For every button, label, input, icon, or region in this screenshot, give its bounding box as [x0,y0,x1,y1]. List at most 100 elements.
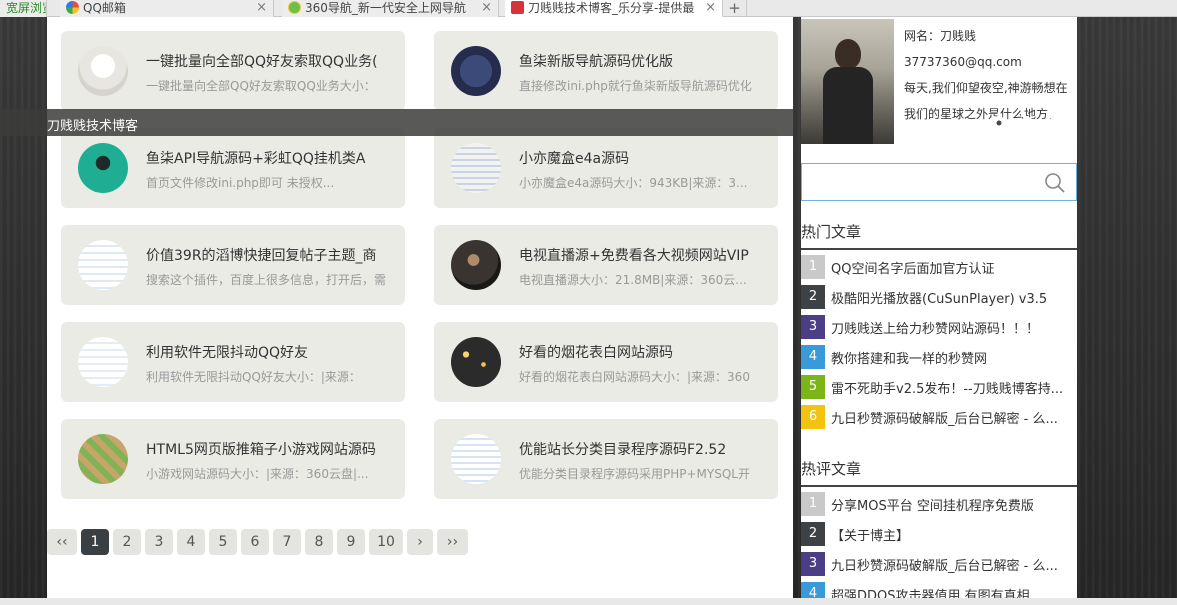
article-title[interactable]: HTML5网页版推箱子小游戏网站源码 [146,439,386,459]
article-thumbnail [78,434,128,484]
rss-icon[interactable] [1019,112,1041,138]
page-10[interactable]: 10 [369,529,403,555]
page-6[interactable]: 6 [241,529,269,555]
article-excerpt: 好看的烟花表白网站源码大小：|来源：360 [519,370,750,384]
page-first[interactable]: ‹‹ [47,529,77,555]
article-card[interactable]: 一键批量向全部QQ好友索取QQ业务( 一键批量向全部QQ好友索取QQ业务大小： [61,31,405,111]
tab-widescreen[interactable]: 宽屏浏览 [0,0,47,17]
article-title[interactable]: 价值39R的滔博快捷回复帖子主题_商 [146,245,386,265]
page-7[interactable]: 7 [273,529,301,555]
article-excerpt: 搜索这个插件，百度上很多信息，打开后，需 [146,273,386,287]
article-card[interactable]: 电视直播源+免费看各大视频网站VIP 电视直播源大小：21.8MB|来源：360… [434,225,778,305]
article-excerpt: 小游戏网站源码大小：|来源：360云盘|... [146,467,369,481]
hot-comment-item[interactable]: 1 分享MOS平台 空间挂机程序免费版 [801,492,1077,516]
page-5[interactable]: 5 [209,529,237,555]
rank-number: 6 [801,405,825,429]
page-next[interactable]: › [407,529,433,555]
tab-qq-mail[interactable]: QQ邮箱 × [60,0,274,17]
rank-number: 3 [801,315,825,339]
sidebar: 网名：刀贱贱 37737360@qq.com 每天,我们仰望夜空,神游畅想在我们… [801,17,1077,605]
close-icon[interactable]: × [256,0,267,16]
tab-blog[interactable]: 刀贱贱技术博客_乐分享-提供最 × [505,0,723,17]
hot-article-item[interactable]: 1 QQ空间名字后面加官方认证 [801,255,1077,279]
article-title[interactable]: 好看的烟花表白网站源码 [519,342,759,362]
avatar-figure [835,39,861,69]
site-brand[interactable]: 刀贱贱技术博客 [47,115,138,134]
site-header-bar: 刀贱贱技术博客 [0,109,793,136]
page-4[interactable]: 4 [177,529,205,555]
hot-article-item[interactable]: 4 教你搭建和我一样的秒赞网 [801,345,1077,369]
article-title[interactable]: 鱼柒API导航源码+彩虹QQ挂机类A [146,148,386,168]
article-excerpt: 直接修改ini.php就行鱼柒新版导航源码优化 [519,79,752,93]
article-excerpt: 首页文件修改ini.php即可 未授权... [146,176,335,190]
search-box [801,163,1077,201]
article-title[interactable]: 优能站长分类目录程序源码F2.52 [519,439,759,459]
article-thumbnail [78,337,128,387]
rank-title[interactable]: 分享MOS平台 空间挂机程序免费版 [831,495,1077,514]
page-last[interactable]: ›› [437,529,468,555]
article-thumbnail [451,143,501,193]
rank-title[interactable]: 【关于博主】 [831,525,1077,544]
article-card[interactable]: 鱼柒API导航源码+彩虹QQ挂机类A 首页文件修改ini.php即可 未授权..… [61,128,405,208]
rank-title[interactable]: 九日秒赞源码破解版_后台已解密 - 么... [831,555,1077,574]
page-9[interactable]: 9 [337,529,365,555]
page-8[interactable]: 8 [305,529,333,555]
page-2[interactable]: 2 [113,529,141,555]
close-icon[interactable]: × [481,0,492,16]
article-card[interactable]: 优能站长分类目录程序源码F2.52 优能分类目录程序源码采用PHP+MYSQL开 [434,419,778,499]
new-tab-button[interactable]: + [723,0,747,17]
article-title[interactable]: 一键批量向全部QQ好友索取QQ业务( [146,51,386,71]
article-card[interactable]: 小亦魔盒e4a源码 小亦魔盒e4a源码大小：943KB|来源：3... [434,128,778,208]
article-thumbnail [78,46,128,96]
article-excerpt: 优能分类目录程序源码采用PHP+MYSQL开 [519,467,750,481]
hot-comments-title: 热评文章 [801,458,1077,487]
rank-title[interactable]: 教你搭建和我一样的秒赞网 [831,348,1077,367]
article-title[interactable]: 电视直播源+免费看各大视频网站VIP [519,245,759,265]
article-title[interactable]: 小亦魔盒e4a源码 [519,148,759,168]
article-card[interactable]: 好看的烟花表白网站源码 好看的烟花表白网站源码大小：|来源：360 [434,322,778,402]
qq-mail-icon [66,1,79,14]
rank-number: 1 [801,492,825,516]
tab-label: 刀贱贱技术博客_乐分享-提供最 [528,1,695,15]
page-3[interactable]: 3 [145,529,173,555]
browser-tab-strip: 宽屏浏览 QQ邮箱 × 360导航_新一代安全上网导航 × 刀贱贱技术博客_乐分… [0,0,1177,17]
article-excerpt: 一键批量向全部QQ好友索取QQ业务大小： [146,79,376,93]
header-icons [986,112,1074,136]
hot-article-item[interactable]: 3 刀贱贱送上给力秒赞网站源码！！！ [801,315,1077,339]
hot-articles-title: 热门文章 [801,221,1077,250]
rank-title[interactable]: 刀贱贱送上给力秒赞网站源码！！！ [831,318,1077,337]
hot-article-item[interactable]: 6 九日秒赞源码破解版_后台已解密 - 么... [801,405,1077,429]
search-input[interactable] [806,168,1034,196]
avatar-body [823,67,873,144]
article-card[interactable]: 鱼柒新版导航源码优化版 直接修改ini.php就行鱼柒新版导航源码优化 [434,31,778,111]
author-email[interactable]: 37737360@qq.com [904,49,1074,75]
article-title[interactable]: 鱼柒新版导航源码优化版 [519,51,759,71]
article-card[interactable]: 利用软件无限抖动QQ好友 利用软件无限抖动QQ好友大小：|来源： [61,322,405,402]
rank-number: 3 [801,552,825,576]
article-thumbnail [451,337,501,387]
rank-number: 1 [801,255,825,279]
hot-article-item[interactable]: 2 极酷阳光播放器(CuSunPlayer) v3.5 [801,285,1077,309]
rank-number: 4 [801,345,825,369]
rank-title[interactable]: 极酷阳光播放器(CuSunPlayer) v3.5 [831,288,1077,307]
article-title[interactable]: 利用软件无限抖动QQ好友 [146,342,386,362]
rank-title[interactable]: QQ空间名字后面加官方认证 [831,258,1077,277]
close-icon[interactable]: × [705,0,716,16]
hot-article-item[interactable]: 5 雷不死助手v2.5发布！--刀贱贱博客持... [801,375,1077,399]
author-avatar [801,19,894,144]
article-card[interactable]: 价值39R的滔博快捷回复帖子主题_商 搜索这个插件，百度上很多信息，打开后，需 [61,225,405,305]
article-card[interactable]: HTML5网页版推箱子小游戏网站源码 小游戏网站源码大小：|来源：360云盘|.… [61,419,405,499]
article-thumbnail [78,240,128,290]
search-icon[interactable] [1044,172,1066,198]
tab-360-nav[interactable]: 360导航_新一代安全上网导航 × [282,0,499,17]
hot-comment-item[interactable]: 2 【关于博主】 [801,522,1077,546]
mail-icon[interactable] [1048,113,1070,137]
rank-title[interactable]: 九日秒赞源码破解版_后台已解密 - 么... [831,408,1077,427]
hot-comment-item[interactable]: 3 九日秒赞源码破解版_后台已解密 - 么... [801,552,1077,576]
rank-number: 2 [801,285,825,309]
page-1[interactable]: 1 [81,529,109,555]
360-logo-icon [288,1,301,14]
article-thumbnail [451,46,501,96]
settings-icon[interactable] [988,112,1010,138]
rank-title[interactable]: 雷不死助手v2.5发布！--刀贱贱博客持... [831,378,1077,397]
